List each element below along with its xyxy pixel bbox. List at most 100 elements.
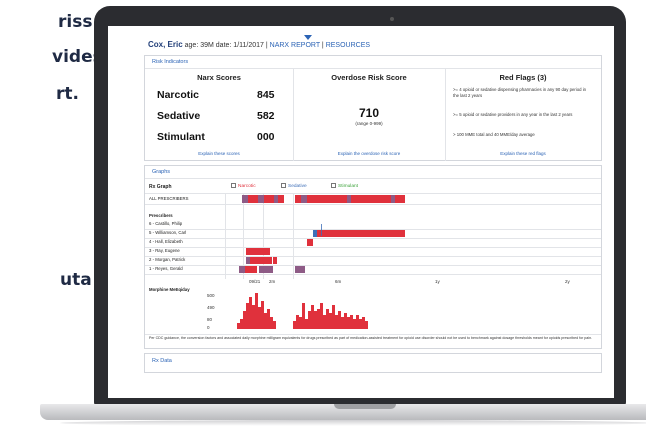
patient-age: age: 39M bbox=[184, 42, 214, 49]
graphs-panel: Graphs Rx Graph Narcotic Sedative Stimul… bbox=[144, 165, 602, 349]
narcotic-score: 845 bbox=[257, 89, 275, 101]
morphine-bar bbox=[261, 301, 264, 329]
rx-bar bbox=[264, 195, 274, 203]
morphine-bar bbox=[267, 309, 270, 329]
morphine-bar bbox=[353, 319, 356, 329]
morphine-bar bbox=[317, 309, 320, 329]
rx-data-title: Rx Data bbox=[152, 358, 172, 364]
rx-bar bbox=[256, 248, 270, 255]
rx-bar bbox=[317, 230, 405, 237]
rx-bar bbox=[250, 257, 272, 264]
red-flag-item: > 100 MME total and 40 MME/day average bbox=[453, 132, 535, 137]
laptop-shadow bbox=[60, 420, 646, 426]
rx-data-panel[interactable]: Rx Data bbox=[144, 353, 602, 373]
morphine-bar bbox=[240, 319, 243, 329]
marketing-line-1: riss bbox=[58, 12, 93, 32]
morphine-bar bbox=[299, 317, 302, 329]
morphine-bar bbox=[311, 305, 314, 329]
morphine-bar bbox=[338, 311, 341, 329]
morphine-bar bbox=[314, 311, 317, 329]
red-flag-item: >= 4 opioid or sedative dispensing pharm… bbox=[453, 87, 587, 98]
morphine-bar bbox=[365, 321, 368, 329]
narx-report-link[interactable]: NARX REPORT bbox=[270, 42, 320, 49]
rx-bar bbox=[313, 230, 317, 237]
morphine-bar bbox=[305, 319, 308, 329]
resources-link[interactable]: RESOURCES bbox=[326, 42, 370, 49]
rx-bar bbox=[301, 195, 307, 203]
cdc-footnote: Per CDC guidance, the conversion factors… bbox=[149, 336, 593, 340]
morphine-bar bbox=[359, 319, 362, 329]
morphine-bar bbox=[273, 321, 276, 329]
explain-red-flags-link[interactable]: Explain these red flags bbox=[445, 151, 601, 156]
morphine-bar bbox=[329, 313, 332, 329]
rx-bar bbox=[246, 257, 250, 264]
overdose-range: (range 0-999) bbox=[355, 121, 383, 126]
patient-header: Cox, Eric age: 39M date: 1/11/2017 | NAR… bbox=[148, 40, 370, 49]
morphine-bar bbox=[302, 303, 305, 329]
rx-bar bbox=[259, 266, 265, 273]
sedative-label: Sedative bbox=[157, 110, 201, 122]
morphine-bar bbox=[249, 297, 252, 329]
rx-bar bbox=[274, 195, 278, 203]
morphine-bar bbox=[341, 317, 344, 329]
morphine-bar bbox=[344, 313, 347, 329]
sedative-marker bbox=[321, 224, 322, 236]
morphine-bar bbox=[237, 323, 240, 329]
morphine-bar bbox=[243, 311, 246, 329]
divider bbox=[145, 334, 601, 335]
morphine-bar bbox=[296, 315, 299, 329]
laptop-screen: Cox, Eric age: 39M date: 1/11/2017 | NAR… bbox=[108, 26, 614, 398]
rx-bar bbox=[245, 266, 257, 273]
rx-bar bbox=[351, 195, 391, 203]
narx-scores-heading: Narx Scores bbox=[197, 73, 241, 82]
morphine-bar bbox=[258, 307, 261, 329]
rx-bar bbox=[258, 195, 264, 203]
red-flag-item: >= 5 opioid or sedative providers in any… bbox=[453, 112, 573, 117]
morphine-bar bbox=[293, 321, 296, 329]
morphine-bar bbox=[264, 313, 267, 329]
stimulant-score: 000 bbox=[257, 131, 275, 143]
risk-indicators-panel: Risk Indicators Narx Scores Narcotic 845… bbox=[144, 55, 602, 161]
rx-bar bbox=[307, 195, 347, 203]
narcotic-label: Narcotic bbox=[157, 89, 200, 101]
explain-overdose-link[interactable]: Explain the overdose risk score bbox=[293, 151, 445, 156]
rx-bar bbox=[246, 248, 256, 255]
camera-icon bbox=[390, 17, 394, 21]
report-date: date: 1/11/2017 bbox=[215, 42, 264, 49]
rx-bar bbox=[248, 195, 258, 203]
morphine-bar bbox=[323, 315, 326, 329]
rx-bar bbox=[347, 195, 351, 203]
stage: riss vides rt. uta Cox, Eric age: 39M da… bbox=[0, 0, 646, 433]
sedative-score: 582 bbox=[257, 110, 275, 122]
morphine-bar bbox=[362, 317, 365, 329]
divider bbox=[145, 68, 601, 69]
morphine-bar bbox=[356, 315, 359, 329]
patient-name: Cox, Eric bbox=[148, 40, 183, 49]
morphine-bar bbox=[246, 303, 249, 329]
risk-indicators-title: Risk Indicators bbox=[152, 59, 189, 65]
overdose-score: 710 bbox=[358, 106, 380, 120]
laptop-notch bbox=[334, 404, 396, 409]
morphine-bar bbox=[252, 305, 255, 329]
rx-bar bbox=[242, 195, 248, 203]
header-separator: | bbox=[265, 42, 268, 49]
rx-bar bbox=[278, 195, 284, 203]
rx-bar bbox=[295, 195, 301, 203]
header-separator: | bbox=[321, 42, 324, 49]
explain-scores-link[interactable]: Explain these scores bbox=[145, 151, 293, 156]
morphine-bar bbox=[335, 315, 338, 329]
rx-bar bbox=[239, 266, 245, 273]
morphine-bar bbox=[255, 293, 258, 329]
rx-bar bbox=[391, 195, 395, 203]
morphine-bar bbox=[347, 317, 350, 329]
overdose-heading: Overdose Risk Score bbox=[331, 73, 407, 82]
marketing-line-4: uta bbox=[60, 270, 92, 290]
morphine-bar bbox=[332, 305, 335, 329]
morphine-bar bbox=[320, 303, 323, 329]
morphine-bar bbox=[326, 309, 329, 329]
rx-bar bbox=[295, 266, 305, 273]
rx-bar bbox=[395, 195, 405, 203]
rx-bar bbox=[273, 257, 277, 264]
morphine-bar bbox=[308, 311, 311, 329]
rx-bar bbox=[265, 266, 273, 273]
